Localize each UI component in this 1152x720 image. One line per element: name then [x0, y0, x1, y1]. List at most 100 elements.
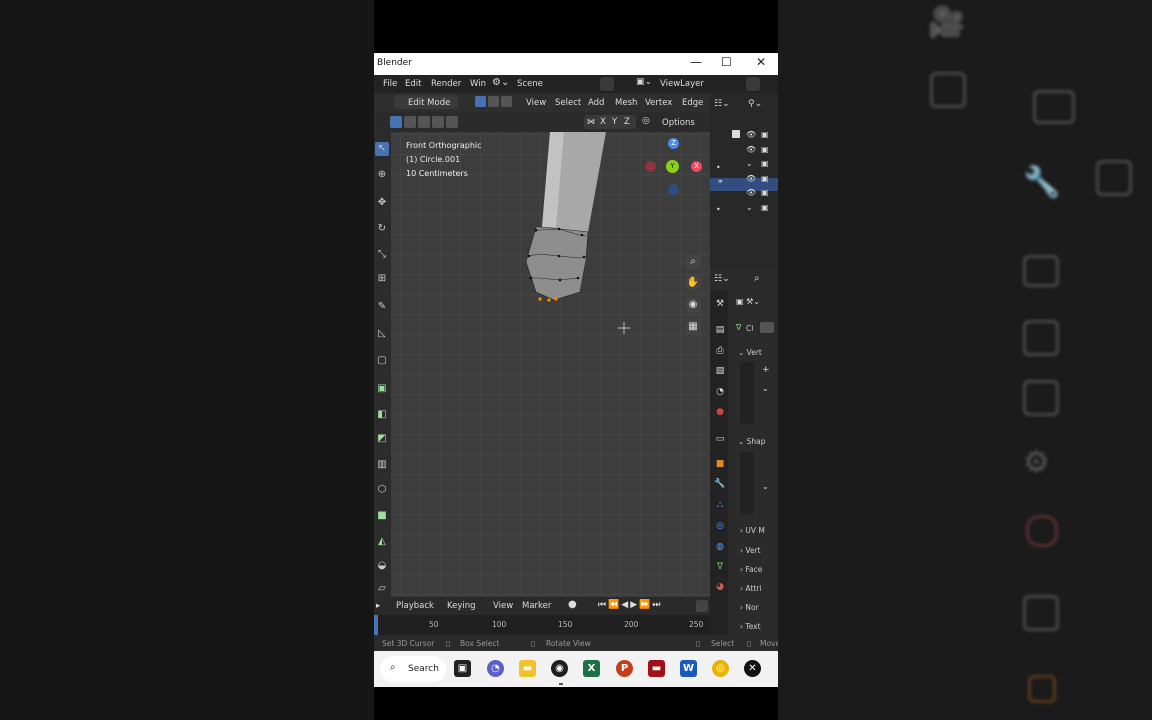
view-layer-tab-icon[interactable]: ▧: [714, 365, 726, 377]
options-dropdown[interactable]: Options: [662, 118, 695, 128]
chrome-icon[interactable]: ◎: [712, 660, 729, 677]
maximize-button[interactable]: ☐: [721, 55, 732, 69]
panel-normals[interactable]: › Nor: [740, 603, 759, 612]
record-icon[interactable]: ●: [568, 599, 577, 610]
inset-tool-icon[interactable]: ◧: [375, 408, 389, 422]
playhead[interactable]: [374, 615, 378, 635]
transform-tool-icon[interactable]: ⊞: [375, 272, 389, 286]
scale-tool-icon[interactable]: ⤡: [375, 248, 389, 262]
navigation-gizmo[interactable]: Z Y X: [644, 136, 704, 196]
menu-edit[interactable]: Edit: [405, 79, 421, 89]
media-app-icon[interactable]: ▬: [648, 660, 665, 677]
menu-select[interactable]: Select: [555, 98, 581, 108]
select-intersect-icon[interactable]: [432, 116, 444, 128]
section-shape-keys[interactable]: ⌄ Shap: [738, 437, 766, 446]
rotate-tool-icon[interactable]: ↻: [375, 222, 389, 236]
smooth-tool-icon[interactable]: ◒: [375, 559, 389, 573]
shape-keys-list[interactable]: [740, 452, 754, 514]
select-subtract-icon[interactable]: [418, 116, 430, 128]
axis-y-toggle[interactable]: Y: [612, 117, 617, 127]
axis-x-toggle[interactable]: X: [600, 117, 606, 127]
gizmo-neg-x-axis[interactable]: [645, 161, 656, 172]
panel-face-maps[interactable]: › Face: [740, 565, 762, 574]
menu-render[interactable]: Render: [431, 79, 461, 89]
move-tool-icon[interactable]: ✥: [375, 196, 389, 210]
view-layer-icon[interactable]: ▣⌄: [636, 77, 652, 87]
data-tab-icon[interactable]: ∇: [714, 561, 726, 573]
camera-render-column[interactable]: ▣ ▣ ▣ ▣ ▣ ▣: [761, 128, 769, 215]
view-layer-browse-icon[interactable]: [746, 77, 760, 91]
knife-tool-icon[interactable]: ⬡: [375, 483, 389, 497]
scene-browse-icon[interactable]: [600, 77, 614, 91]
chat-icon[interactable]: ◔: [487, 660, 504, 677]
gizmo-y-axis[interactable]: Y: [666, 160, 679, 173]
panel-texture-space[interactable]: › Text: [740, 622, 761, 631]
taskbar-search[interactable]: ⌕ Search: [380, 656, 446, 682]
blender-app-icon[interactable]: ◉: [551, 660, 568, 677]
file-explorer-icon[interactable]: ▬: [519, 660, 536, 677]
add-cube-tool-icon[interactable]: ▢: [375, 354, 389, 368]
powerpoint-icon[interactable]: P: [616, 660, 633, 677]
timeline-editor-icon[interactable]: ▸: [376, 601, 380, 611]
3d-viewport[interactable]: Front Orthographic (1) Circle.001 10 Cen…: [374, 132, 710, 597]
outliner-editor-icon[interactable]: ☷⌄: [714, 99, 730, 109]
panel-uv-maps[interactable]: › UV M: [740, 526, 765, 535]
extrude-tool-icon[interactable]: ▣: [375, 382, 389, 396]
scene-name[interactable]: Scene: [517, 79, 543, 89]
menu-add[interactable]: Add: [588, 98, 604, 108]
menu-mesh[interactable]: Mesh: [615, 98, 637, 108]
playback-controls[interactable]: ⏮⏪◀▶⏩⏭: [598, 600, 662, 610]
material-tab-icon[interactable]: ◕: [714, 581, 726, 593]
close-button[interactable]: ✕: [756, 55, 766, 69]
tool-tab-icon[interactable]: ⚒: [714, 298, 726, 310]
scene-tab-icon[interactable]: ◔: [714, 386, 726, 398]
annotate-tool-icon[interactable]: ✎: [375, 300, 389, 314]
select-invert-icon[interactable]: [446, 116, 458, 128]
add-group-icon[interactable]: +: [762, 365, 770, 375]
xbox-icon[interactable]: ✕: [744, 660, 761, 677]
poly-build-tool-icon[interactable]: ■: [375, 509, 389, 523]
gizmo-x-axis[interactable]: X: [691, 161, 702, 172]
select-box-icon[interactable]: [390, 116, 402, 128]
visibility-column[interactable]: 👁 👁 ⌄ 👁 👁 ⌄: [746, 128, 756, 215]
world-tab-icon[interactable]: ●: [714, 406, 726, 418]
gizmo-z-axis[interactable]: Z: [668, 138, 679, 149]
shape-menu-icon[interactable]: ⌄: [762, 482, 769, 491]
menu-timeline-view[interactable]: View: [493, 601, 513, 611]
menu-marker[interactable]: Marker: [522, 601, 551, 611]
search-icon[interactable]: ⌕: [754, 273, 760, 284]
checkbox-icon[interactable]: [732, 130, 740, 138]
excel-icon[interactable]: X: [583, 660, 600, 677]
zoom-icon[interactable]: ⌕: [685, 254, 701, 270]
word-icon[interactable]: W: [680, 660, 697, 677]
shield-icon[interactable]: [760, 322, 774, 333]
properties-editor-icon[interactable]: ☷⌄: [714, 274, 730, 284]
menu-keying[interactable]: Keying: [447, 601, 476, 611]
filter-icon[interactable]: ⚲⌄: [748, 99, 762, 109]
menu-playback[interactable]: Playback: [396, 601, 434, 611]
vertex-select-icon[interactable]: [475, 96, 486, 107]
vertex-groups-list[interactable]: [740, 362, 754, 424]
menu-edge[interactable]: Edge: [682, 98, 703, 108]
particles-tab-icon[interactable]: ⛬: [714, 499, 726, 511]
menu-vertex[interactable]: Vertex: [645, 98, 672, 108]
bevel-tool-icon[interactable]: ◩: [375, 432, 389, 446]
object-tab-icon[interactable]: ■: [714, 458, 726, 470]
collection-tab-icon[interactable]: ▭: [714, 433, 726, 445]
modifier-tab-icon[interactable]: 🔧: [714, 478, 726, 490]
physics-tab-icon[interactable]: ◎: [714, 520, 726, 532]
face-select-icon[interactable]: [501, 96, 512, 107]
snap-icon[interactable]: ◎: [642, 116, 650, 126]
pan-hand-icon[interactable]: ✋: [685, 275, 701, 291]
constraints-tab-icon[interactable]: ◍: [714, 541, 726, 553]
ortho-grid-icon[interactable]: ▦: [685, 319, 701, 335]
shear-tool-icon[interactable]: ▱: [375, 582, 389, 596]
menu-file[interactable]: File: [383, 79, 397, 89]
pin-icon[interactable]: ▣ ⚒⌄: [736, 297, 760, 306]
group-menu-icon[interactable]: ⌄: [762, 384, 769, 393]
menu-window[interactable]: Win: [470, 79, 486, 89]
minimize-button[interactable]: —: [690, 55, 702, 69]
select-extend-icon[interactable]: [404, 116, 416, 128]
axis-z-toggle[interactable]: Z: [624, 117, 630, 127]
output-tab-icon[interactable]: ⎙: [714, 345, 726, 357]
